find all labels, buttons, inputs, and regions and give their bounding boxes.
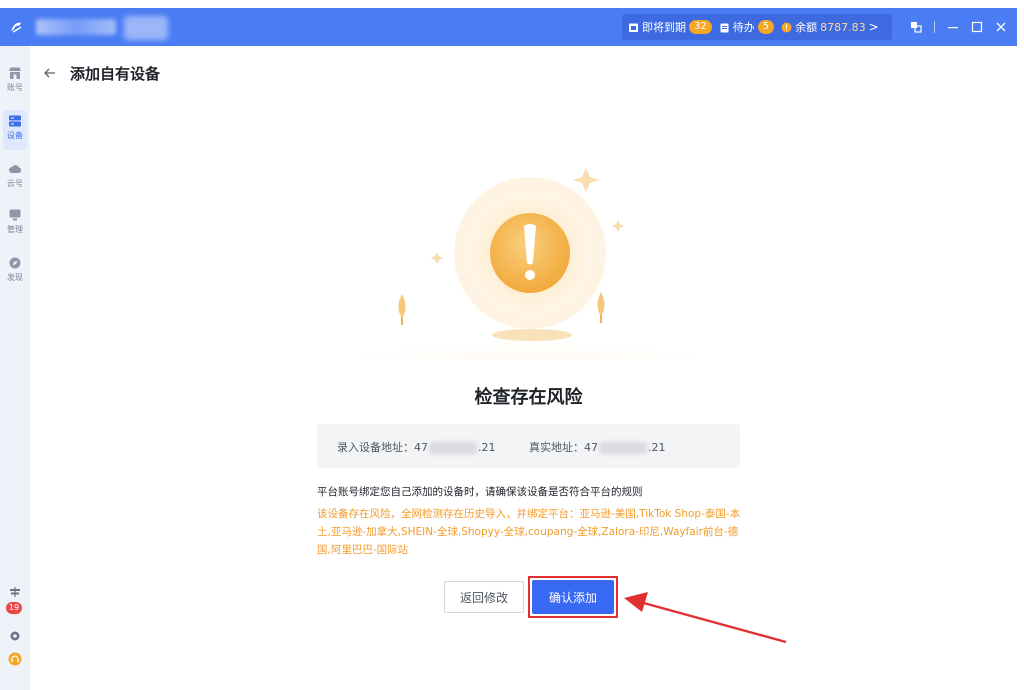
sidebar-item-label: 管理 (7, 225, 23, 234)
sidebar-item-label: 发现 (7, 273, 23, 282)
maximize-icon (971, 21, 983, 33)
status-panel: 即将到期 32 待办 5 余额 8787.83 > (622, 14, 892, 40)
app-logo-icon (11, 22, 22, 33)
app-title-redacted (36, 19, 116, 35)
back-arrow-icon[interactable] (43, 66, 57, 80)
app-title-redacted-2 (124, 16, 168, 40)
gear-icon (10, 631, 20, 641)
redacted-mask (599, 442, 647, 454)
sidebar-item-account[interactable]: 账号 (0, 66, 30, 106)
maximize-button[interactable] (965, 16, 989, 38)
close-icon (996, 22, 1006, 32)
todo-stat[interactable]: 待办 5 (719, 19, 775, 35)
headset-icon (8, 652, 22, 666)
balance-value: 8787.83 (820, 20, 866, 34)
todo-badge: 5 (757, 20, 775, 34)
annotation-arrow-icon (624, 592, 787, 644)
warning-illustration (350, 168, 710, 360)
sidebar-tool-button[interactable] (0, 586, 30, 598)
sidebar-item-discover[interactable]: 发现 (0, 256, 30, 296)
sidebar-support-button[interactable] (0, 652, 30, 666)
sidebar-item-device[interactable]: 设备 (0, 110, 30, 154)
entered-address-suffix: .21 (478, 441, 496, 454)
address-box: 录入设备地址：47.21 真实地址：47.21 (317, 424, 740, 468)
pin-button[interactable] (904, 16, 928, 38)
real-address: 真实地址：47 .21 (529, 439, 666, 455)
expiring-label: 即将到期 (642, 21, 686, 34)
expiring-badge: 32 (689, 20, 712, 34)
chevron-right-icon: > (868, 20, 879, 34)
notification-badge: 19 (6, 602, 22, 614)
balance-stat[interactable]: 余额 8787.83 > (781, 19, 879, 35)
back-modify-button[interactable]: 返回修改 (444, 581, 524, 613)
sidebar-item-label: 云号 (7, 179, 23, 188)
todo-label: 待办 (732, 21, 755, 34)
sidebar: 账号 设备 云号 管理 发现 19 (0, 46, 30, 690)
pin-icon (911, 22, 922, 33)
sidebar-item-label: 设备 (7, 131, 23, 140)
page-title: 添加自有设备 (70, 65, 161, 83)
sidebar-item-cloud[interactable]: 云号 (0, 162, 30, 202)
compass-icon (9, 257, 21, 269)
device-icon (9, 115, 21, 127)
monitor-icon (9, 209, 21, 221)
sidebar-settings-button[interactable] (0, 630, 30, 642)
cloud-icon (9, 165, 22, 173)
redacted-mask (429, 442, 477, 454)
sidebar-item-label: 账号 (7, 83, 23, 92)
entered-address-label: 录入设备地址： (337, 441, 414, 454)
confirm-add-button[interactable]: 确认添加 (532, 580, 614, 614)
window-separator (934, 21, 935, 33)
platform-rule-text: 平台账号绑定您自己添加的设备时，请确保该设备是否符合平台的规则 (317, 486, 643, 498)
clipboard-icon (720, 23, 729, 32)
minimize-button[interactable] (941, 16, 965, 38)
entered-address-prefix: 47 (414, 441, 428, 454)
expiring-stat[interactable]: 即将到期 32 (628, 19, 712, 35)
risk-title: 检查存在风险 (474, 387, 583, 408)
real-address-suffix: .21 (648, 441, 666, 454)
calendar-icon (629, 23, 638, 32)
minimize-icon (948, 27, 958, 29)
close-button[interactable] (989, 16, 1013, 38)
entered-address: 录入设备地址：47 .21 (337, 439, 496, 455)
risk-warning-text: 该设备存在风险，全网检测存在历史导入，并绑定平台：亚马逊-美国,TikTok S… (317, 508, 741, 556)
signpost-icon (10, 587, 20, 597)
balance-label: 余额 (795, 21, 818, 34)
real-address-label: 真实地址： (529, 441, 584, 454)
real-address-prefix: 47 (584, 441, 598, 454)
app-window: 即将到期 32 待办 5 余额 8787.83 > 账号 设备 云号 管理 发现… (0, 0, 1024, 690)
store-icon (9, 67, 21, 79)
title-bar: 即将到期 32 待办 5 余额 8787.83 > (0, 8, 1017, 46)
coin-icon (781, 22, 792, 32)
window-controls (904, 16, 1013, 38)
sidebar-item-manage[interactable]: 管理 (0, 208, 30, 248)
